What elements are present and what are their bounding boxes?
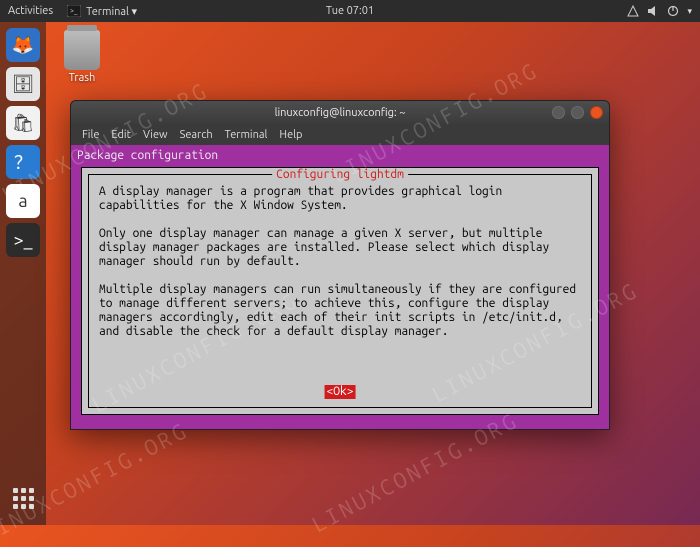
- dock-item-amazon[interactable]: a: [6, 184, 40, 218]
- activities-button[interactable]: Activities: [8, 5, 53, 17]
- terminal-content: Package configuration Configuring lightd…: [71, 145, 609, 429]
- dialog-title: Configuring lightdm: [272, 168, 408, 182]
- dock-item-software[interactable]: 🛍: [6, 106, 40, 140]
- dock-item-firefox[interactable]: 🦊: [6, 28, 40, 62]
- dock-item-terminal[interactable]: >_: [6, 223, 40, 257]
- minimize-button[interactable]: [552, 106, 565, 119]
- desktop-trash[interactable]: Trash: [58, 30, 106, 84]
- close-button[interactable]: [590, 106, 603, 119]
- desktop-trash-label: Trash: [58, 72, 106, 84]
- dock-item-help[interactable]: ？: [6, 145, 40, 179]
- window-title: linuxconfig@linuxconfig: ~: [275, 107, 406, 119]
- svg-text:>_: >_: [70, 7, 78, 15]
- sound-icon[interactable]: [647, 5, 659, 17]
- clock[interactable]: Tue 07:01: [326, 5, 374, 17]
- network-icon[interactable]: [627, 5, 639, 17]
- menu-view[interactable]: View: [138, 127, 173, 143]
- dock: 🦊 🗄 🛍 ？ a >_: [0, 22, 46, 525]
- terminal-icon: >_: [67, 5, 81, 17]
- dialog-body: A display manager is a program that prov…: [99, 185, 581, 377]
- ncurses-header: Package configuration: [77, 149, 603, 163]
- menu-help[interactable]: Help: [274, 127, 307, 143]
- power-icon[interactable]: [667, 5, 679, 17]
- app-indicator-label: Terminal ▾: [86, 5, 137, 18]
- tray-chevron-icon[interactable]: ▾: [687, 6, 692, 17]
- trash-icon: [64, 30, 100, 70]
- menu-search[interactable]: Search: [175, 127, 218, 143]
- menu-edit[interactable]: Edit: [106, 127, 136, 143]
- ncurses-dialog: Configuring lightdm A display manager is…: [81, 167, 599, 415]
- system-tray: ▾: [627, 5, 692, 17]
- terminal-window: linuxconfig@linuxconfig: ~ File Edit Vie…: [70, 100, 610, 430]
- top-panel: Activities >_ Terminal ▾ Tue 07:01 ▾: [0, 0, 700, 22]
- titlebar[interactable]: linuxconfig@linuxconfig: ~: [71, 101, 609, 125]
- dock-item-files[interactable]: 🗄: [6, 67, 40, 101]
- menu-file[interactable]: File: [77, 127, 104, 143]
- menu-terminal[interactable]: Terminal: [220, 127, 273, 143]
- maximize-button[interactable]: [571, 106, 584, 119]
- ok-button[interactable]: <Ok>: [325, 385, 356, 399]
- menubar: File Edit View Search Terminal Help: [71, 125, 609, 145]
- show-applications-button[interactable]: [6, 481, 40, 515]
- app-indicator-terminal[interactable]: >_ Terminal ▾: [67, 5, 137, 18]
